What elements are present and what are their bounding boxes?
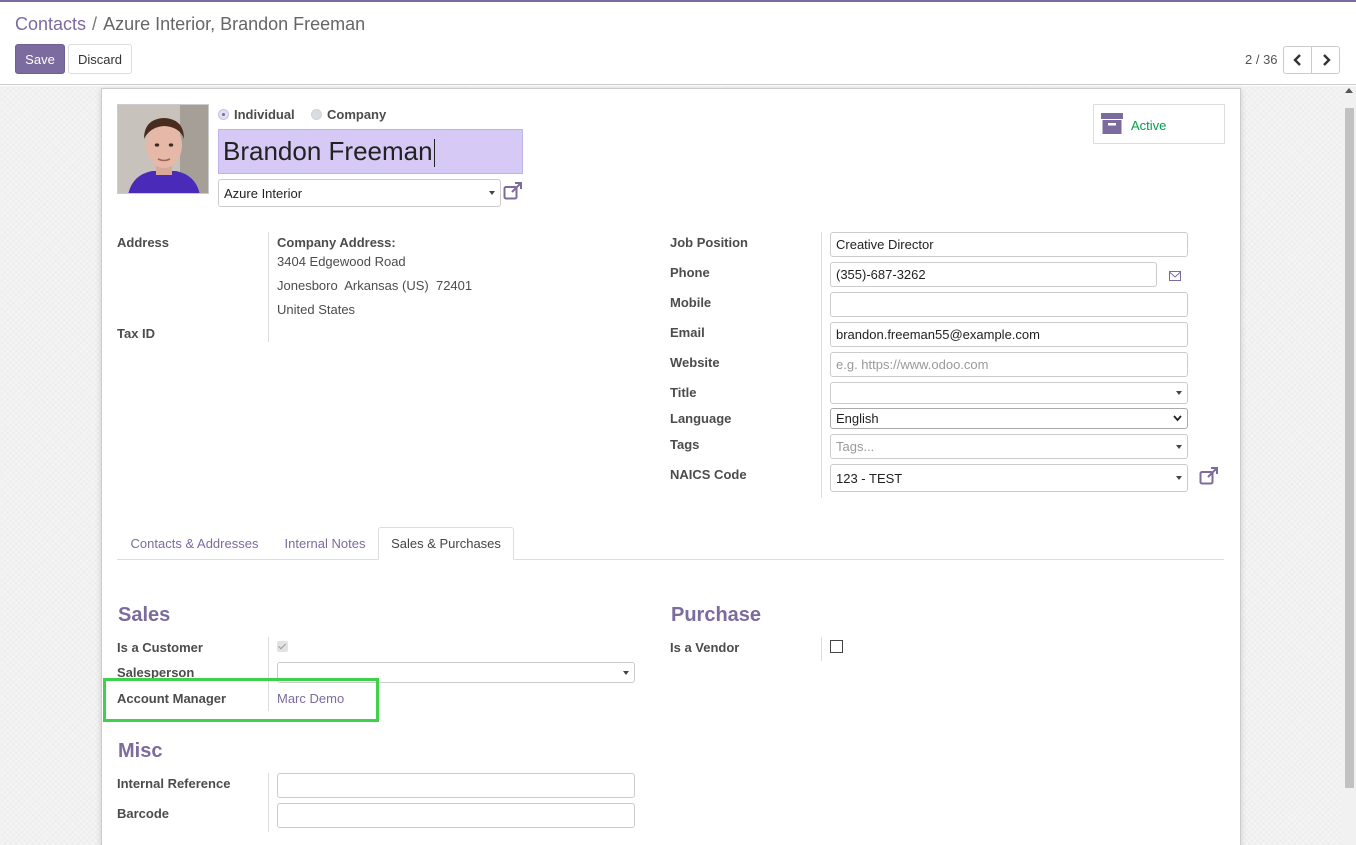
- address-city-line: Jonesboro Arkansas (US) 72401: [277, 278, 473, 293]
- language-label: Language: [670, 411, 732, 426]
- is-customer-checkbox[interactable]: [277, 641, 288, 652]
- is-vendor-label: Is a Vendor: [670, 640, 740, 655]
- sales-section-title: Sales: [118, 604, 171, 626]
- is-customer-label: Is a Customer: [117, 640, 203, 655]
- internal-reference-input[interactable]: [277, 773, 635, 798]
- breadcrumb-separator: /: [92, 14, 98, 34]
- language-value: English: [836, 411, 879, 426]
- phone-input[interactable]: (355)-687-3262: [830, 262, 1157, 287]
- language-select[interactable]: English: [830, 408, 1188, 429]
- tab-contacts-addresses[interactable]: Contacts & Addresses: [118, 527, 271, 560]
- email-value: brandon.freeman55@example.com: [836, 327, 1040, 342]
- text-caret: [433, 139, 435, 168]
- website-label: Website: [670, 355, 720, 370]
- barcode-input[interactable]: [277, 803, 635, 828]
- email-input[interactable]: brandon.freeman55@example.com: [830, 322, 1188, 347]
- breadcrumb: Contacts / Azure Interior, Brandon Freeman: [15, 14, 365, 35]
- field-separator: [821, 232, 822, 498]
- contact-name-input[interactable]: Brandon Freeman: [218, 129, 523, 174]
- mobile-input[interactable]: [830, 292, 1188, 317]
- tags-label: Tags: [670, 437, 700, 452]
- purchase-section-title: Purchase: [671, 604, 762, 626]
- misc-section-title: Misc: [118, 740, 163, 762]
- address-label: Address: [117, 235, 170, 250]
- account-manager-highlight-box: [103, 678, 379, 722]
- company-select-value: Azure Interior: [224, 185, 303, 201]
- sms-envelope-icon[interactable]: [1169, 269, 1181, 284]
- job-position-input[interactable]: Creative Director: [830, 232, 1188, 257]
- phone-value: (355)-687-3262: [836, 267, 926, 282]
- tax-id-label: Tax ID: [117, 326, 156, 341]
- radio-unselected-icon: [311, 109, 322, 120]
- type-individual-label: Individual: [234, 107, 295, 122]
- internal-reference-label: Internal Reference: [117, 776, 231, 791]
- save-button[interactable]: Save: [15, 44, 65, 74]
- address-country: United States: [277, 302, 356, 317]
- pager-value[interactable]: 2 / 36: [1245, 52, 1278, 67]
- scrollbar-thumb[interactable]: [1345, 108, 1354, 788]
- dropdown-arrow-icon: [1176, 476, 1182, 480]
- field-separator: [821, 637, 822, 661]
- radio-selected-icon: [218, 109, 229, 120]
- control-panel: Contacts / Azure Interior, Brandon Freeman…: [0, 2, 1356, 85]
- breadcrumb-current: Azure Interior, Brandon Freeman: [103, 14, 366, 34]
- field-separator: [268, 232, 269, 342]
- vertical-scrollbar[interactable]: [1342, 86, 1356, 845]
- tab-internal-notes[interactable]: Internal Notes: [272, 527, 378, 560]
- chevron-right-icon: [1322, 54, 1331, 66]
- tags-input[interactable]: Tags...: [830, 434, 1188, 459]
- pager-previous-button[interactable]: [1283, 46, 1312, 74]
- is-vendor-checkbox[interactable]: [830, 640, 843, 653]
- breadcrumb-contacts-link[interactable]: Contacts: [15, 14, 86, 34]
- type-company-label: Company: [327, 107, 387, 122]
- title-select[interactable]: [830, 382, 1188, 404]
- archive-box-icon: [1101, 113, 1123, 137]
- type-radio-individual[interactable]: Individual: [218, 107, 295, 122]
- chevron-left-icon: [1292, 54, 1301, 66]
- naics-label: NAICS Code: [670, 467, 747, 482]
- website-input[interactable]: e.g. https://www.odoo.com: [830, 352, 1188, 377]
- dropdown-arrow-icon: [1176, 391, 1182, 395]
- website-placeholder: e.g. https://www.odoo.com: [836, 357, 989, 372]
- contact-name-value: Brandon Freeman: [223, 136, 433, 166]
- dropdown-arrow-icon: [489, 191, 495, 195]
- naics-value: 123 - TEST: [836, 470, 903, 486]
- tags-placeholder: Tags...: [836, 439, 875, 454]
- job-position-label: Job Position: [670, 235, 748, 250]
- type-radio-company[interactable]: Company: [311, 107, 386, 122]
- company-external-link-icon[interactable]: [503, 182, 523, 203]
- naics-external-link-icon[interactable]: [1199, 467, 1219, 488]
- tab-sales-purchases[interactable]: Sales & Purchases: [378, 527, 514, 560]
- dropdown-arrow-icon: [1176, 444, 1182, 449]
- avatar-image: [118, 105, 208, 193]
- company-address-heading: Company Address:: [277, 235, 396, 250]
- scroll-up-arrow-icon[interactable]: [1345, 88, 1353, 93]
- email-label: Email: [670, 325, 705, 340]
- dropdown-arrow-icon: [623, 670, 629, 675]
- phone-label: Phone: [670, 265, 710, 280]
- address-street: 3404 Edgewood Road: [277, 254, 406, 269]
- barcode-label: Barcode: [117, 806, 170, 821]
- company-select[interactable]: Azure Interior: [218, 179, 501, 207]
- discard-button[interactable]: Discard: [68, 44, 132, 74]
- pager-next-button[interactable]: [1311, 46, 1340, 74]
- mobile-label: Mobile: [670, 295, 712, 310]
- contact-avatar[interactable]: [117, 104, 209, 194]
- naics-select[interactable]: 123 - TEST: [830, 464, 1188, 492]
- active-status-label: Active: [1131, 118, 1167, 133]
- title-label: Title: [670, 385, 697, 400]
- chevron-down-icon: [1173, 415, 1182, 422]
- field-separator: [268, 773, 269, 832]
- job-position-value: Creative Director: [836, 237, 934, 252]
